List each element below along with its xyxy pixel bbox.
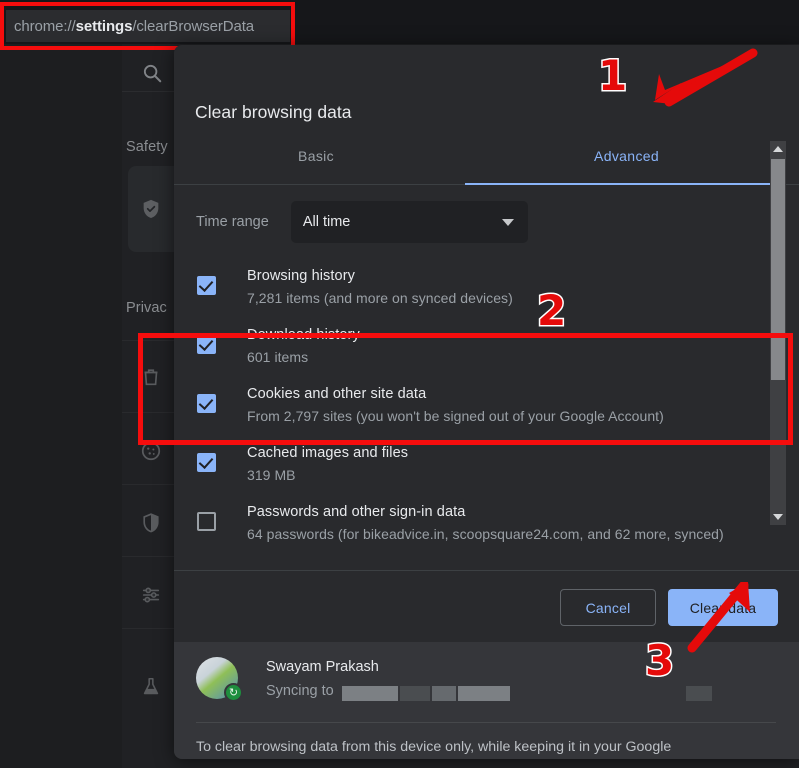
settings-section-privacy: Privac: [126, 300, 167, 316]
sync-status-label: Syncing to: [266, 683, 334, 699]
item-subtitle: From 2,797 sites (you won't be signed ou…: [247, 406, 664, 426]
clear-browsing-data-dialog: Clear browsing data Basic Advanced Time …: [174, 45, 799, 759]
item-subtitle: 601 items: [247, 347, 360, 367]
flask-icon: [140, 676, 162, 698]
url-prefix: chrome://: [14, 18, 76, 35]
cancel-button[interactable]: Cancel: [560, 589, 656, 626]
item-subtitle: 7,281 items (and more on synced devices): [247, 288, 513, 308]
url-suffix: /clearBrowserData: [132, 18, 254, 35]
url-bold-segment: settings: [76, 18, 133, 35]
footer-note: To clear browsing data from this device …: [196, 735, 726, 759]
tab-basic[interactable]: Basic: [298, 148, 334, 164]
checkbox-browsing-history[interactable]: [197, 276, 216, 295]
item-title: Cached images and files: [247, 443, 408, 463]
checkbox-item-browsing-history[interactable]: Browsing history 7,281 items (and more o…: [196, 263, 776, 308]
item-title: Download history: [247, 325, 360, 345]
checkbox-item-passwords[interactable]: Passwords and other sign-in data 64 pass…: [196, 499, 776, 544]
chevron-down-icon: [502, 219, 514, 226]
address-bar[interactable]: chrome://settings/clearBrowserData: [6, 10, 290, 42]
settings-section-safety: Safety: [126, 139, 168, 155]
sync-footer: ↻ Swayam Prakash Syncing to To clear bro…: [174, 642, 799, 759]
chevron-up-icon: [773, 146, 783, 152]
dialog-title: Clear browsing data: [195, 102, 352, 123]
dialog-scrollbar[interactable]: [770, 141, 786, 525]
sync-icon: ↻: [224, 683, 243, 702]
redacted-block: [400, 686, 430, 701]
scroll-up-button[interactable]: [770, 141, 786, 157]
checkbox-item-download-history[interactable]: Download history 601 items: [196, 322, 776, 367]
tab-active-indicator: [465, 183, 785, 185]
checkbox-passwords[interactable]: [197, 512, 216, 531]
sliders-icon: [140, 584, 162, 606]
chevron-down-icon: [773, 514, 783, 520]
dialog-content-scroll-area: Time range All time Browsing history 7,2…: [174, 186, 782, 570]
checkbox-cookies[interactable]: [197, 394, 216, 413]
redacted-block: [342, 686, 398, 701]
time-range-label: Time range: [196, 214, 269, 230]
item-subtitle: 319 MB: [247, 465, 408, 485]
redacted-block: [432, 686, 456, 701]
trash-icon: [140, 366, 162, 388]
shield-check-icon: [140, 198, 162, 220]
search-icon[interactable]: [141, 62, 163, 84]
checkbox-download-history[interactable]: [197, 335, 216, 354]
checkbox-cached-images[interactable]: [197, 453, 216, 472]
scrollbar-thumb[interactable]: [771, 159, 785, 380]
checkbox-item-cached-images[interactable]: Cached images and files 319 MB: [196, 440, 776, 485]
cookie-icon: [140, 440, 162, 462]
settings-left-pane: [0, 0, 122, 768]
checkbox-item-cookies[interactable]: Cookies and other site data From 2,797 s…: [196, 381, 776, 426]
time-range-value: All time: [303, 214, 351, 230]
tab-advanced[interactable]: Advanced: [594, 148, 659, 164]
item-subtitle: 64 passwords (for bikeadvice.in, scoopsq…: [247, 524, 782, 544]
redacted-block: [458, 686, 510, 701]
item-title: Browsing history: [247, 266, 513, 286]
scroll-down-button[interactable]: [770, 509, 786, 525]
item-title: Passwords and other sign-in data: [247, 502, 782, 522]
sync-account-name: Swayam Prakash: [266, 659, 379, 675]
time-range-select[interactable]: All time: [291, 201, 528, 243]
clear-data-button[interactable]: Clear data: [668, 589, 778, 626]
time-range-row: Time range All time: [196, 201, 528, 243]
dialog-tabs: Basic Advanced: [174, 140, 799, 185]
item-title: Cookies and other site data: [247, 384, 664, 404]
footer-note-text: To clear browsing data from this device …: [196, 739, 671, 759]
dialog-action-bar: Cancel Clear data: [174, 570, 799, 642]
redacted-block: [686, 686, 712, 701]
footer-divider: [196, 722, 776, 723]
shield-half-icon: [140, 512, 162, 534]
